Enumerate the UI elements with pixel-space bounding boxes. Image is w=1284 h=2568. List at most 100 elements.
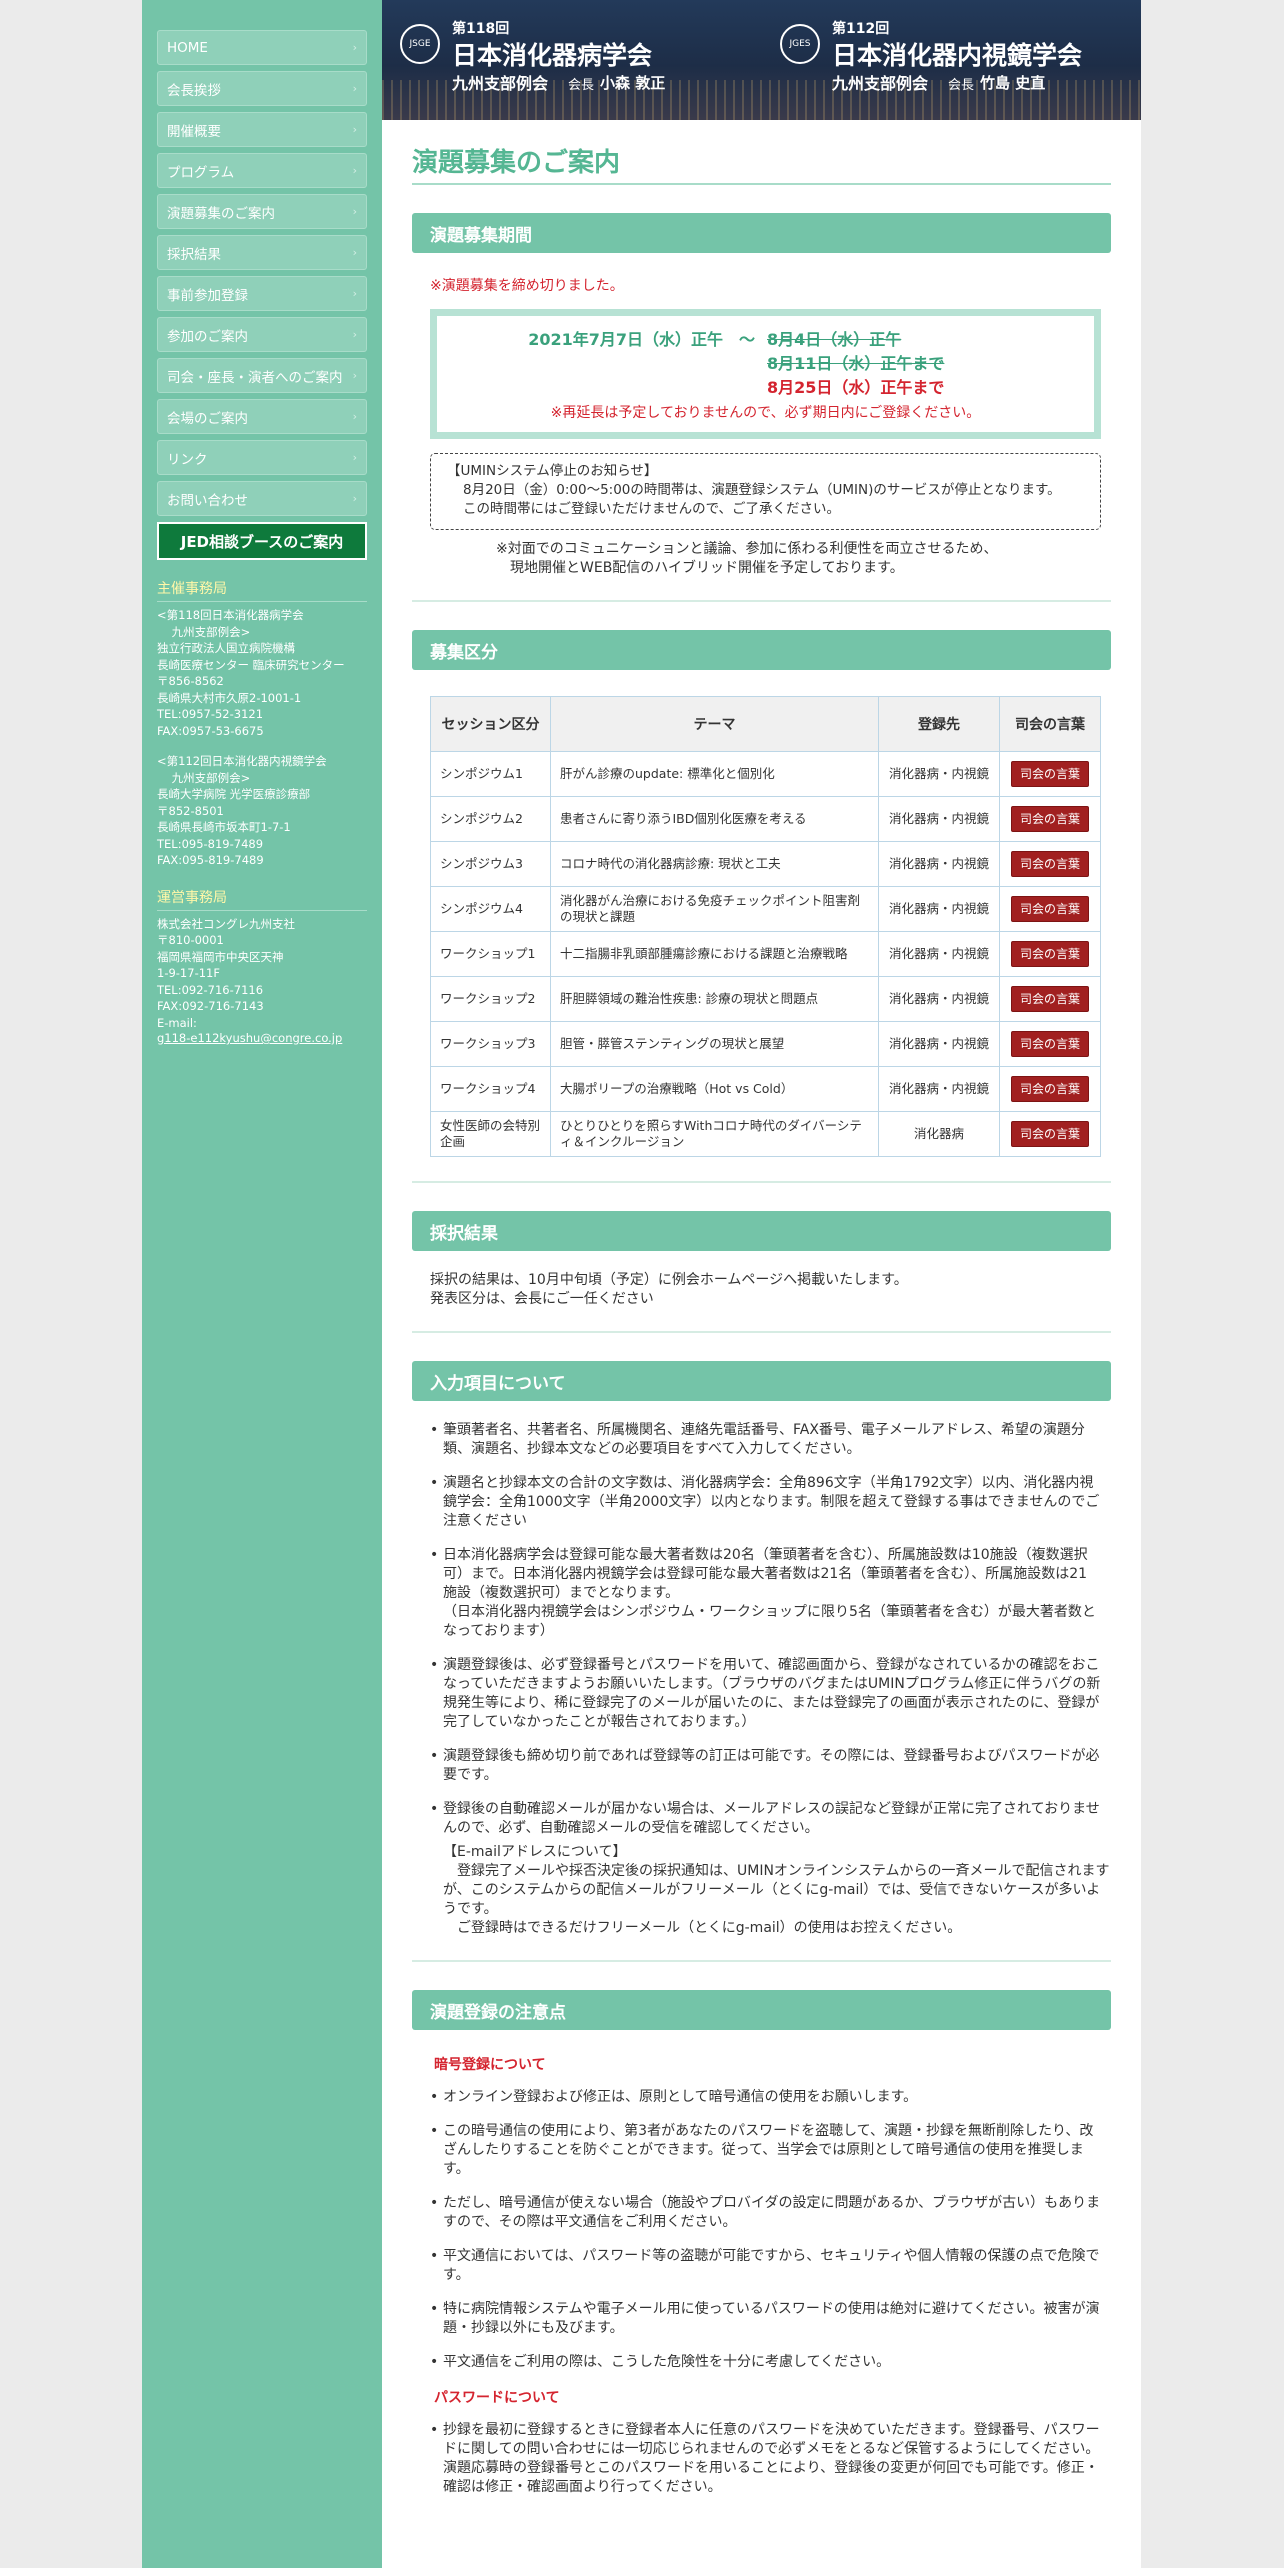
list-item: 平文通信をご利用の際は、こうした危険性を十分に考慮してください。 [430, 2353, 1101, 2372]
list-item: 演題名と抄録本文の合計の文字数は、消化器病学会：全角896文字（半角1792文字… [430, 1474, 1101, 1531]
chevron-right-icon: › [352, 287, 357, 300]
session-cell: ワークショップ4 [430, 1066, 551, 1112]
period-end-extended: 8月11日（水）正午まで [767, 354, 945, 373]
encryption-subheading: 暗号登録について [434, 2057, 546, 2073]
divider [412, 1181, 1111, 1183]
section-title-category: 募集区分 [412, 630, 1111, 670]
chair-remarks-button[interactable]: 司会の言葉 [1010, 1076, 1089, 1102]
chevron-right-icon: › [352, 41, 357, 54]
registration-cell: 消化器病・内視鏡 [878, 1021, 1000, 1067]
nav-item-label: 採択結果 [167, 246, 221, 263]
nav-item-5[interactable]: 採択結果 › [157, 235, 367, 270]
session-cell: ワークショップ1 [430, 931, 551, 977]
table-header-theme: テーマ [550, 696, 879, 752]
table-row: シンポジウム4 消化器がん治療における免疫チェックポイント阻害剤の現状と課題 消化器… [430, 886, 1101, 932]
nav-item-8[interactable]: 司会・座長・演者へのご案内 › [157, 358, 367, 393]
nav-item-7[interactable]: 参加のご案内 › [157, 317, 367, 352]
ops-email-link[interactable]: g118-e112kyushu@congre.co.jp [157, 1031, 367, 1045]
hybrid-notice: ※対面でのコミュニケーションと議論、参加に係わる利便性を両立させるため、 現地開… [496, 541, 998, 576]
sidebar: HOME › 会長挨拶 › 開催概要 › プログラム › 演題募集のご案内 › 採択結果 › 事前参加登… [142, 0, 382, 2568]
no-extension-note: ※再延長は予定しておりませんので、必ず期日内にご登録ください。 [550, 405, 981, 421]
table-row: シンポジウム1 肝がん診療のupdate: 標準化と個別化 消化器病・内視鏡 司会の言… [430, 751, 1101, 797]
chair-remarks-button[interactable]: 司会の言葉 [1010, 806, 1089, 832]
registration-cell: 消化器病・内視鏡 [878, 931, 1000, 977]
theme-cell: コロナ時代の消化器病診療: 現状と工夫 [550, 841, 879, 887]
chair-remarks-button[interactable]: 司会の言葉 [1010, 896, 1089, 922]
nav-item-label: 事前参加登録 [167, 287, 248, 304]
session-cell: ワークショップ2 [430, 976, 551, 1022]
registration-cell: 消化器病・内視鏡 [878, 796, 1000, 842]
section-title-notes: 演題登録の注意点 [412, 1990, 1111, 2030]
jges-logo-icon: JGES [780, 24, 820, 64]
chevron-right-icon: › [352, 369, 357, 382]
nav-item-6[interactable]: 事前参加登録 › [157, 276, 367, 311]
nav-item-4[interactable]: 演題募集のご案内 › [157, 194, 367, 229]
list-item: 特に病院情報システムや電子メール用に使っているパスワードの使用は絶対に避けてくだ… [430, 2300, 1101, 2338]
chair-remarks-button[interactable]: 司会の言葉 [1010, 851, 1089, 877]
encryption-list: オンライン登録および修正は、原則として暗号通信の使用をお願いします。この暗号通信… [430, 2088, 1101, 2372]
jed-booth-button[interactable]: JED相談ブースのご案内 [157, 522, 367, 560]
table-row: シンポジウム3 コロナ時代の消化器病診療: 現状と工夫 消化器病・内視鏡 司会の言葉 [430, 841, 1101, 887]
sidebar-nav: HOME › 会長挨拶 › 開催概要 › プログラム › 演題募集のご案内 › 採択結果 › 事前参加登… [157, 30, 367, 516]
nav-item-label: 会場のご案内 [167, 410, 248, 427]
ops-office-heading: 運営事務局 [157, 887, 367, 911]
ops-office-block: 株式会社コングレ九州支社 〒810-0001 福岡県福岡市中央区天神 1-9-1… [157, 916, 295, 1030]
session-cell: 女性医師の会特別企画 [430, 1111, 551, 1157]
remarks-cell: 司会の言葉 [999, 1066, 1101, 1112]
password-list: 抄録を最初に登録するときに登録者本人に任意のパスワードを決めていただきます。登録… [430, 2421, 1101, 2497]
banner-branch-2: 九州支部例会 [832, 74, 929, 93]
remarks-cell: 司会の言葉 [999, 1111, 1101, 1157]
chevron-right-icon: › [352, 164, 357, 177]
chevron-right-icon: › [352, 123, 357, 136]
host-office-block-2: <第112回日本消化器内視鏡学会 九州支部例会> 長崎大学病院 光学医療診療部 … [157, 754, 327, 867]
section-title-input: 入力項目について [412, 1361, 1111, 1401]
registration-cell: 消化器病・内視鏡 [878, 751, 1000, 797]
chevron-right-icon: › [352, 492, 357, 505]
theme-cell: ひとりひとりを照らすWithコロナ時代のダイバーシティ＆インクルージョン [550, 1111, 879, 1157]
theme-cell: 十二指腸非乳頭部腫瘍診療における課題と治療戦略 [550, 931, 879, 977]
session-cell: シンポジウム3 [430, 841, 551, 887]
nav-item-label: 演題募集のご案内 [167, 205, 275, 222]
banner-president-label-1: 会長 [568, 78, 595, 93]
chair-remarks-button[interactable]: 司会の言葉 [1010, 761, 1089, 787]
theme-cell: 消化器がん治療における免疫チェックポイント阻害剤の現状と課題 [550, 886, 879, 932]
banner-society-name-1: 日本消化器病学会 [452, 41, 653, 70]
nav-item-0[interactable]: HOME › [157, 30, 367, 65]
period-start: 2021年7月7日（水）正午 ～ [528, 330, 755, 349]
nav-item-3[interactable]: プログラム › [157, 153, 367, 188]
registration-cell: 消化器病・内視鏡 [878, 841, 1000, 887]
list-item: 日本消化器病学会は登録可能な最大著者数は20名（筆頭著者を含む）、所属施設数は1… [430, 1546, 1101, 1641]
banner-session-2: 第112回 [832, 21, 890, 37]
period-end-final: 8月25日（水）正午まで [767, 378, 945, 397]
table-header-registration: 登録先 [878, 696, 1000, 752]
table-row: ワークショップ4 大腸ポリープの治療戦略（Hot vs Cold） 消化器病・内視鏡… [430, 1066, 1101, 1112]
list-item: オンライン登録および修正は、原則として暗号通信の使用をお願いします。 [430, 2088, 1101, 2107]
nav-item-label: 開催概要 [167, 123, 221, 140]
registration-cell: 消化器病 [878, 1111, 1000, 1157]
chair-remarks-button[interactable]: 司会の言葉 [1010, 986, 1089, 1012]
chair-remarks-button[interactable]: 司会の言葉 [1010, 1121, 1089, 1147]
table-header-session: セッション区分 [430, 696, 551, 752]
chair-remarks-button[interactable]: 司会の言葉 [1010, 1031, 1089, 1057]
period-box: 2021年7月7日（水）正午 ～ 8月4日（水）正午 8月11日（水）正午まで 8… [430, 309, 1101, 439]
nav-item-9[interactable]: 会場のご案内 › [157, 399, 367, 434]
banner-branch-1: 九州支部例会 [452, 74, 549, 93]
nav-item-10[interactable]: リンク › [157, 440, 367, 475]
list-item: 平文通信においては、パスワード等の盗聴が可能ですから、セキュリティや個人情報の保… [430, 2247, 1101, 2285]
section-title-period: 演題募集期間 [412, 213, 1111, 253]
table-row: シンポジウム2 患者さんに寄り添うIBD個別化医療を考える 消化器病・内視鏡 司会の言… [430, 796, 1101, 842]
page-title: 演題募集のご案内 [412, 142, 1111, 185]
list-item: 抄録を最初に登録するときに登録者本人に任意のパスワードを決めていただきます。登録… [430, 2421, 1101, 2497]
host-office-block-1: <第118回日本消化器病学会 九州支部例会> 独立行政法人国立病院機構 長崎医療… [157, 608, 345, 738]
nav-item-1[interactable]: 会長挨拶 › [157, 71, 367, 106]
chair-remarks-button[interactable]: 司会の言葉 [1010, 941, 1089, 967]
table-row: ワークショップ1 十二指腸非乳頭部腫瘍診療における課題と治療戦略 消化器病・内視鏡司… [430, 931, 1101, 977]
nav-item-11[interactable]: お問い合わせ › [157, 481, 367, 516]
nav-item-label: プログラム [167, 164, 235, 181]
theme-cell: 大腸ポリープの治療戦略（Hot vs Cold） [550, 1066, 879, 1112]
table-row: 女性医師の会特別企画 ひとりひとりを照らすWithコロナ時代のダイバーシティ＆イン… [430, 1111, 1101, 1157]
nav-item-2[interactable]: 開催概要 › [157, 112, 367, 147]
remarks-cell: 司会の言葉 [999, 886, 1101, 932]
registration-cell: 消化器病・内視鏡 [878, 1066, 1000, 1112]
banner-president-2: 竹島 史直 [980, 74, 1046, 92]
